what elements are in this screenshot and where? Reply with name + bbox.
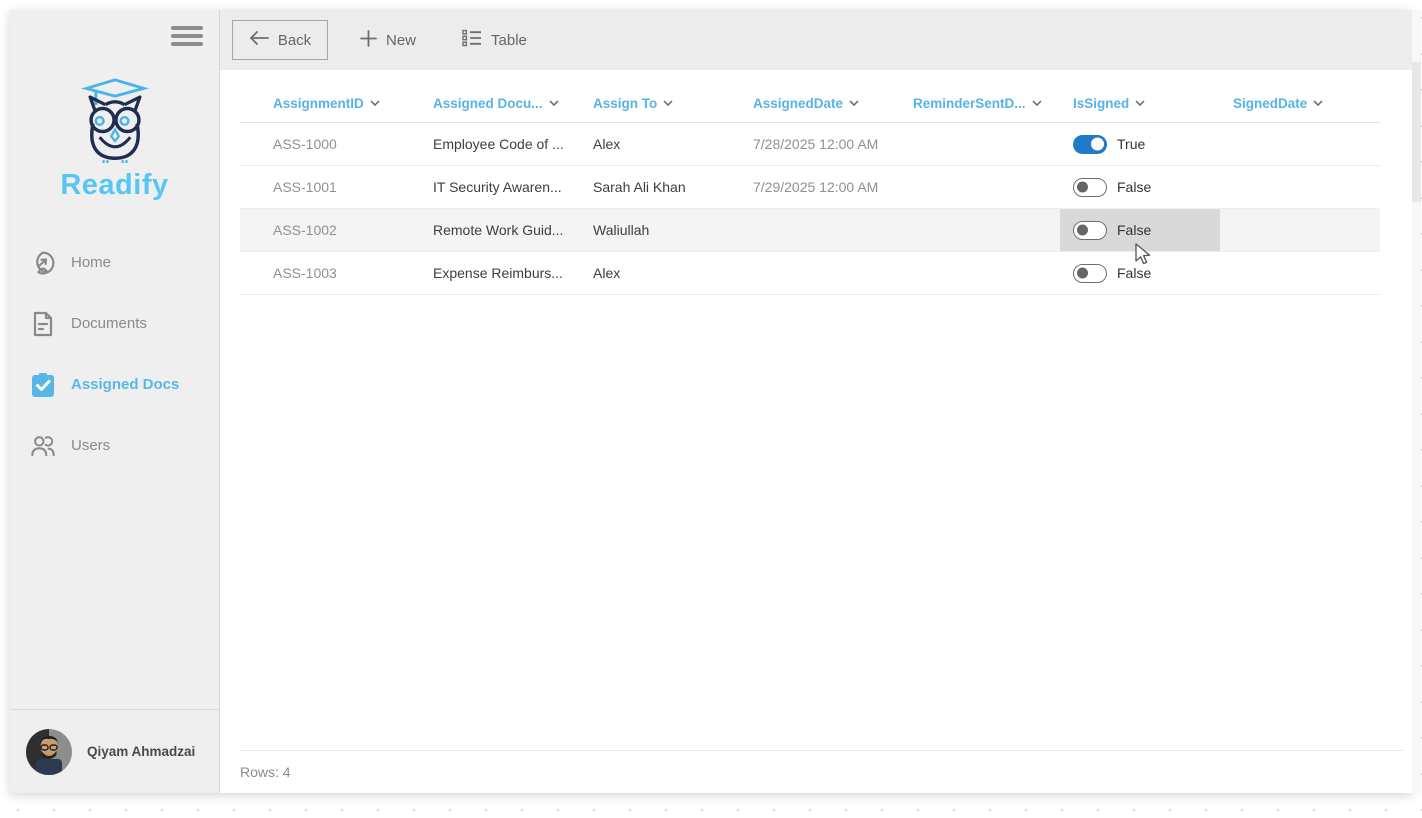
cell-signed-date <box>1220 252 1380 294</box>
table-view-button[interactable]: Table <box>462 29 527 51</box>
chevron-down-icon <box>663 100 673 106</box>
chevron-down-icon <box>849 100 859 106</box>
toolbar: Back New Table <box>220 10 1412 70</box>
cell-signed-date <box>1220 166 1380 208</box>
cell-assignment-id: ASS-1000 <box>240 123 420 165</box>
column-header-assigned-document[interactable]: Assigned Docu... <box>420 96 580 111</box>
toggle-label: False <box>1117 265 1151 281</box>
data-table: AssignmentID Assigned Docu... Assign To … <box>240 84 1380 295</box>
home-gauge-icon <box>30 250 56 276</box>
cell-assigned-date: 7/28/2025 12:00 AM <box>740 123 900 165</box>
cell-assigned-date <box>740 252 900 294</box>
sidebar-item-label: Users <box>71 437 110 454</box>
cell-reminder-sent-date <box>900 252 1060 294</box>
main-area: Back New Table <box>220 10 1412 793</box>
toggle-label: False <box>1117 222 1151 238</box>
vertical-scrollbar[interactable] <box>1412 10 1421 793</box>
column-header-remindersentdate[interactable]: ReminderSentD... <box>900 96 1060 111</box>
column-header-assigneddate[interactable]: AssignedDate <box>740 96 900 111</box>
user-profile[interactable]: Qiyam Ahmadzai <box>10 709 219 793</box>
sidebar-item-documents[interactable]: Documents <box>10 293 219 354</box>
is-signed-toggle[interactable] <box>1073 264 1107 283</box>
brand-name: Readify <box>10 169 219 202</box>
sidebar-item-label: Home <box>71 254 111 271</box>
sidebar-item-assigned-docs[interactable]: Assigned Docs <box>10 354 219 415</box>
user-name: Qiyam Ahmadzai <box>87 744 195 759</box>
table-footer: Rows: 4 <box>240 750 1404 793</box>
sidebar: Readify Home <box>10 10 220 793</box>
is-signed-toggle[interactable] <box>1073 135 1107 154</box>
table-panel: AssignmentID Assigned Docu... Assign To … <box>220 70 1412 793</box>
chevron-down-icon <box>1135 100 1145 106</box>
cell-assigned-document: Remote Work Guid... <box>420 209 580 251</box>
cell-assigned-date: 7/29/2025 12:00 AM <box>740 166 900 208</box>
chevron-down-icon <box>1032 100 1042 106</box>
cell-is-signed: False <box>1060 166 1220 208</box>
cell-signed-date <box>1220 209 1380 251</box>
chevron-down-icon <box>370 100 380 106</box>
chevron-down-icon <box>549 100 559 106</box>
sidebar-item-label: Assigned Docs <box>71 376 179 393</box>
cell-reminder-sent-date <box>900 123 1060 165</box>
cell-assign-to: Alex <box>580 252 740 294</box>
cell-is-signed-selected[interactable]: False <box>1060 209 1220 251</box>
chevron-down-icon <box>1313 100 1323 106</box>
brand-logo: Readify <box>10 76 219 202</box>
hamburger-menu-icon[interactable] <box>171 26 203 50</box>
back-arrow-icon <box>249 31 269 49</box>
cell-assign-to: Alex <box>580 123 740 165</box>
toggle-label: True <box>1117 136 1145 152</box>
cell-reminder-sent-date <box>900 166 1060 208</box>
sidebar-item-users[interactable]: Users <box>10 415 219 476</box>
document-icon <box>30 311 56 337</box>
assigned-docs-icon <box>30 372 56 398</box>
scrollbar-thumb[interactable] <box>1412 62 1421 202</box>
toggle-label: False <box>1117 179 1151 195</box>
users-icon <box>30 433 56 459</box>
table-row[interactable]: ASS-1000 Employee Code of ... Alex 7/28/… <box>240 123 1380 166</box>
cell-assign-to: Sarah Ali Khan <box>580 166 740 208</box>
owl-logo-icon <box>67 76 163 164</box>
cell-assigned-date <box>740 209 900 251</box>
sidebar-item-home[interactable]: Home <box>10 232 219 293</box>
column-header-signeddate[interactable]: SignedDate <box>1220 96 1380 111</box>
app-window: Readify Home <box>10 10 1412 793</box>
table-row[interactable]: ASS-1003 Expense Reimburs... Alex False <box>240 252 1380 295</box>
plus-icon <box>360 30 377 51</box>
cell-signed-date <box>1220 123 1380 165</box>
sidebar-nav: Home Documents <box>10 232 219 476</box>
column-header-issigned[interactable]: IsSigned <box>1060 96 1220 111</box>
column-header-assignmentid[interactable]: AssignmentID <box>240 96 420 111</box>
back-button[interactable]: Back <box>232 20 328 60</box>
cell-assign-to: Waliullah <box>580 209 740 251</box>
column-header-assign-to[interactable]: Assign To <box>580 96 740 111</box>
is-signed-toggle[interactable] <box>1073 178 1107 197</box>
cell-assigned-document: Employee Code of ... <box>420 123 580 165</box>
table-header-row: AssignmentID Assigned Docu... Assign To … <box>240 84 1380 123</box>
list-icon <box>462 29 482 51</box>
new-button[interactable]: New <box>360 30 416 51</box>
row-count: Rows: 4 <box>240 764 291 780</box>
table-row-hovered[interactable]: ASS-1002 Remote Work Guid... Waliullah F… <box>240 209 1380 252</box>
cell-assignment-id: ASS-1001 <box>240 166 420 208</box>
cell-assignment-id: ASS-1003 <box>240 252 420 294</box>
cell-is-signed: True <box>1060 123 1220 165</box>
cell-assignment-id: ASS-1002 <box>240 209 420 251</box>
cell-reminder-sent-date <box>900 209 1060 251</box>
is-signed-toggle[interactable] <box>1073 221 1107 240</box>
avatar <box>26 729 72 775</box>
cell-assigned-document: Expense Reimburs... <box>420 252 580 294</box>
sidebar-item-label: Documents <box>71 315 147 332</box>
cell-assigned-document: IT Security Awaren... <box>420 166 580 208</box>
table-row[interactable]: ASS-1001 IT Security Awaren... Sarah Ali… <box>240 166 1380 209</box>
cell-is-signed: False <box>1060 252 1220 294</box>
